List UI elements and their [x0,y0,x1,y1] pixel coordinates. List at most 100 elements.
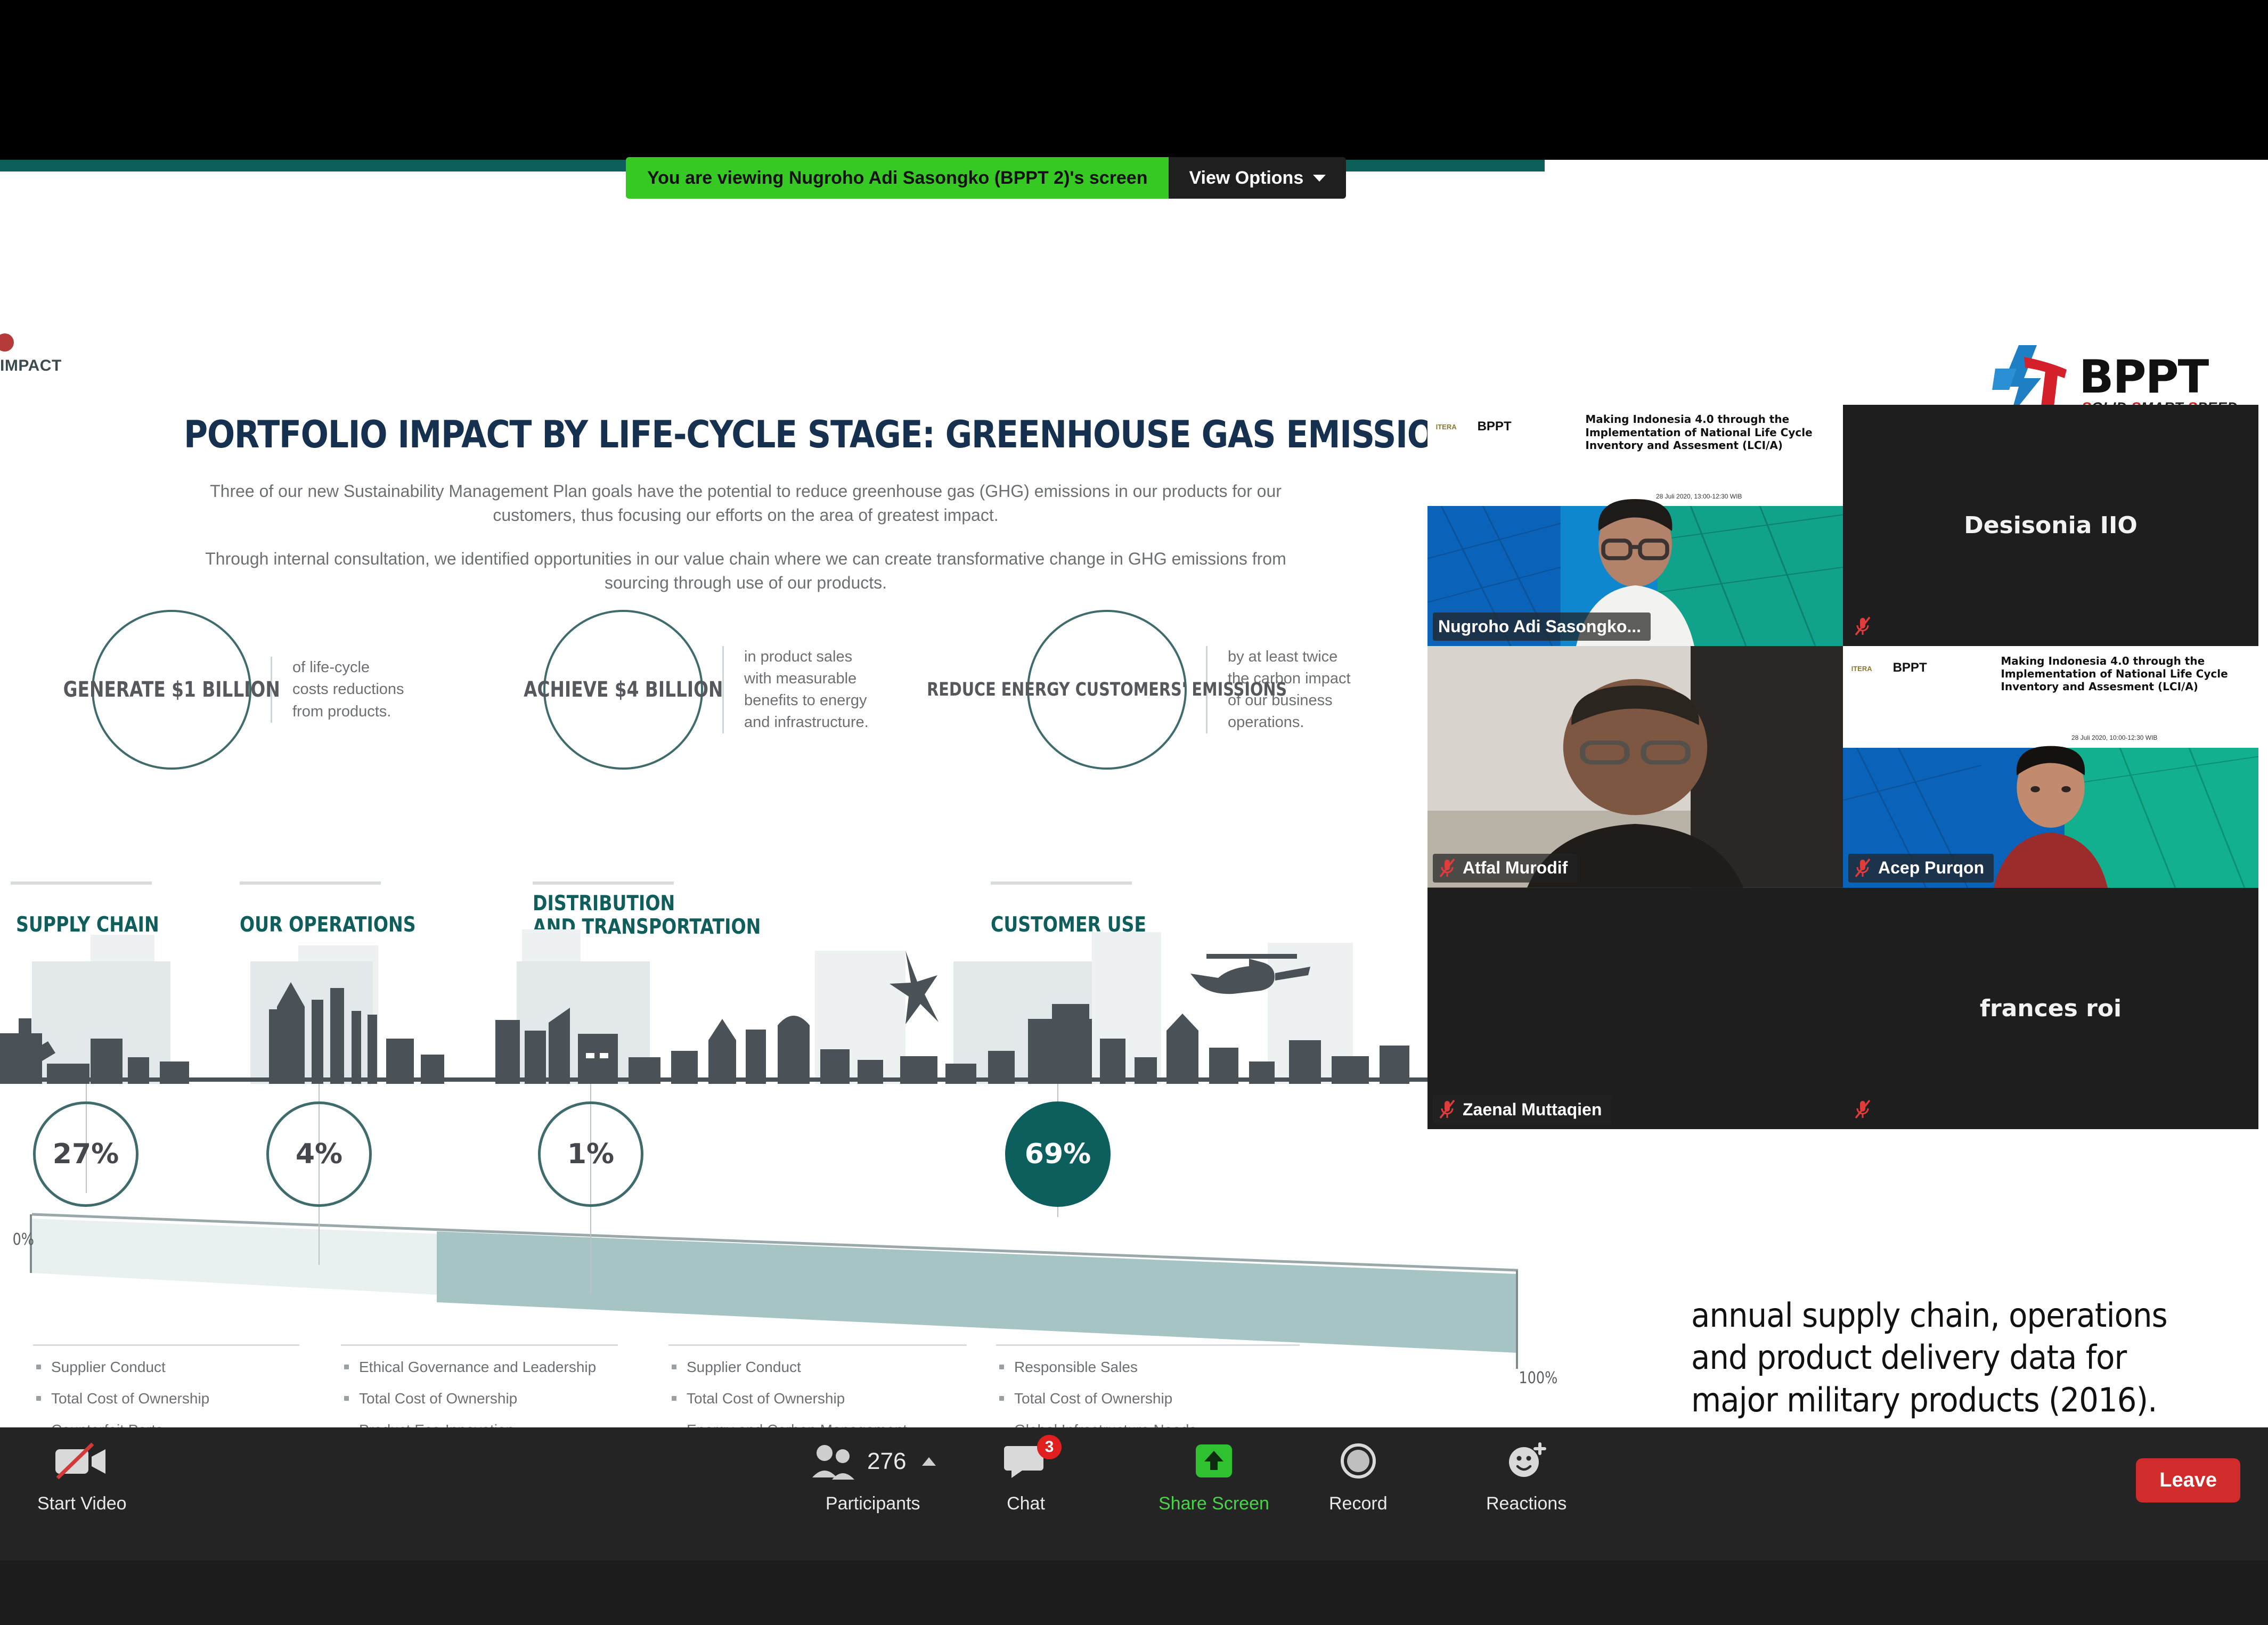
meeting-toolbar-bar: Start Video 276 Participants 3 Chat Shar… [0,1427,2268,1561]
mic-off-icon [1439,1099,1455,1119]
goal-1-headline: GENERATE $1 BILLION [63,677,280,702]
tile-mic-badge-frances [1848,1095,1881,1124]
tile-name-label: Zaenal Muttaqien [1463,1099,1602,1119]
video-off-icon [52,1437,112,1486]
stage-tick-4 [991,881,1132,885]
bullet-column-our-operations: Ethical Governance and Leadership Total C… [341,1344,639,1427]
participant-video-grid[interactable]: ITERA BPPT Making Indonesia 4.0 through … [1427,405,2258,1129]
video-tile-zaenal[interactable]: Zaenal Muttaqien [1427,887,1843,1129]
video-tile-atfal[interactable]: Atfal Murodif [1427,646,1843,888]
bullet-item: Global Infrastructure Needs [996,1420,1321,1427]
chat-label: Chat [1007,1493,1045,1514]
video-tile-desisonia[interactable]: Desisonia IIO [1843,405,2258,647]
chat-button[interactable]: 3 Chat [1004,1435,1062,1514]
stage-tick-1 [11,881,152,885]
reactions-button[interactable]: Reactions [1486,1437,1567,1514]
tile-bppt-logo: BPPT [1477,419,1512,434]
participants-button[interactable]: 276 Participants [810,1437,936,1514]
axis-label-min: 0% [12,1230,35,1249]
tile-name-badge-acep: Acep Purqon [1848,853,1994,883]
goal-2-headline: ACHIEVE $4 BILLION [523,677,723,702]
bullet-item: Total Cost of Ownership [33,1389,321,1409]
participants-icon-group: 276 [810,1437,936,1486]
bullet-item: Total Cost of Ownership [341,1389,639,1409]
bullet-item: Total Cost of Ownership [996,1389,1321,1409]
bullet-item: Supplier Conduct [33,1357,321,1377]
bullet-item: Supplier Conduct [668,1357,988,1377]
reactions-label: Reactions [1486,1493,1567,1514]
bullet-column-customer-use: Responsible Sales Total Cost of Ownership… [996,1344,1321,1427]
goal-3-headline: REDUCE ENERGY CUSTOMERS' EMISSIONS [927,679,1287,700]
screen-share-banner: You are viewing Nugroho Adi Sasongko (BP… [626,157,1347,199]
record-icon [1337,1437,1380,1486]
share-screen-icon [1193,1437,1235,1486]
goal-2: ACHIEVE $4 BILLION in product sales with… [524,610,869,770]
slide-title: PORTFOLIO IMPACT BY LIFE-CYCLE STAGE: GR… [184,413,1494,456]
tile-mini-slide: ITERA BPPT Making Indonesia 4.0 through … [1427,405,1843,507]
itera-logo-icon: ITERA [1435,423,1457,431]
tile-mini-slide-date: 28 Juli 2020, 10:00-12:30 WIB [2071,734,2158,742]
mic-off-icon [1855,1099,1871,1119]
bullet-item: Ethical Governance and Leadership [341,1357,639,1377]
mic-off-icon [1855,617,1871,636]
pct-our-operations: 4% [266,1101,372,1207]
stage-tick-2 [240,881,381,885]
mic-off-icon [1439,858,1455,877]
tile-mini-slide-title: Making Indonesia 4.0 through the Impleme… [2001,654,2228,693]
caret-up-icon[interactable] [922,1457,936,1466]
bullet-item: Product Eco-Innovation [341,1420,639,1427]
start-video-button[interactable]: Start Video [37,1437,127,1514]
tile-name-badge-nugroho: Nugroho Adi Sasongko... [1433,613,1651,641]
impact-dot-icon [0,333,14,352]
goal-2-circle: ACHIEVE $4 BILLION [524,610,723,770]
stage-tick-3 [533,881,674,885]
slide-title-text: PORTFOLIO IMPACT BY LIFE-CYCLE STAGE: GR… [184,413,1484,456]
tile-name-label: Nugroho Adi Sasongko... [1438,617,1642,636]
itera-logo-icon: ITERA [1851,664,1872,673]
overlay-annotation-text: annual supply chain, operations and prod… [1691,1296,2168,1419]
participants-count: 276 [867,1448,907,1474]
tile-name-label: Atfal Murodif [1463,858,1568,878]
participant-video-feed [1427,646,1843,888]
share-screen-button[interactable]: Share Screen [1159,1437,1269,1514]
bullet-item: Responsible Sales [996,1357,1321,1377]
video-tile-nugroho[interactable]: ITERA BPPT Making Indonesia 4.0 through … [1427,405,1843,647]
mic-off-icon [1855,858,1871,877]
bullet-column-distribution: Supplier Conduct Total Cost of Ownership E… [668,1344,988,1427]
view-options-button[interactable]: View Options [1169,157,1347,199]
tile-mini-slide-title: Making Indonesia 4.0 through the Impleme… [1585,413,1813,452]
goal-1-description: of life-cycle costs reductions from prod… [271,657,404,723]
meeting-toolbar: Start Video 276 Participants 3 Chat Shar… [0,1427,2268,1625]
tile-mini-slide: ITERA BPPT Making Indonesia 4.0 through … [1843,646,2258,748]
zoom-meeting-window: IMPACT BPPT SOLID SMART SPEED PORTFOLIO … [0,0,2268,1625]
slide-corner-tag: IMPACT [0,357,62,374]
viewing-screen-label: You are viewing Nugroho Adi Sasongko (BP… [626,157,1169,199]
chat-unread-badge: 3 [1037,1435,1062,1459]
chat-icon: 3 [1004,1435,1062,1486]
start-video-label: Start Video [37,1493,127,1514]
slide-subtitle-p1: Three of our new Sustainability Manageme… [210,481,1282,525]
pct-distribution: 1% [538,1101,643,1207]
tile-name-badge-zaenal: Zaenal Muttaqien [1433,1095,1612,1124]
participants-label: Participants [825,1493,920,1514]
skyline-illustration [0,929,1409,1084]
reactions-icon [1504,1437,1549,1486]
video-tile-acep[interactable]: ITERA BPPT Making Indonesia 4.0 through … [1843,646,2258,888]
pct-supply-chain: 27% [33,1101,138,1207]
tile-bppt-logo: BPPT [1892,660,1927,675]
pct-customer-use: 69% [1005,1101,1111,1207]
bullet-item: Total Cost of Ownership [668,1389,988,1409]
bullet-item: Energy and Carbon Management [668,1420,988,1427]
leave-button[interactable]: Leave [2136,1458,2240,1502]
bppt-wordmark: BPPT [2079,350,2209,404]
video-tile-frances[interactable]: frances roi [1843,887,2258,1129]
goal-1-circle: GENERATE $1 BILLION [63,610,280,770]
chevron-down-icon [1313,174,1326,182]
skyline-baseline [0,1077,1438,1082]
tile-name-label: frances roi [1979,994,2122,1022]
record-button[interactable]: Record [1329,1437,1388,1514]
goal-3: REDUCE ENERGY CUSTOMERS' EMISSIONS by at… [927,610,1351,770]
view-options-label: View Options [1189,167,1304,188]
participants-icon [812,1445,854,1480]
tile-mic-badge-desisonia [1848,612,1881,641]
